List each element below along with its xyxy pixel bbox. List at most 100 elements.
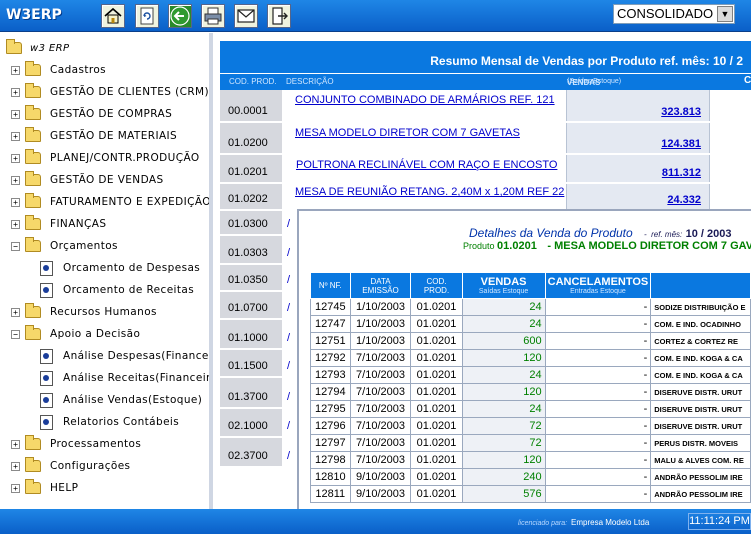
- tree-item-folder[interactable]: + FINANÇAS: [11, 215, 106, 233]
- column-header-nf: Nº NF.: [310, 272, 351, 299]
- expand-icon[interactable]: +: [11, 197, 20, 207]
- column-header-sales-label: VENDAS: [480, 276, 527, 288]
- product-code: 01.0201: [410, 315, 463, 333]
- product-code: 01.0201: [410, 485, 463, 503]
- product-description-link[interactable]: /: [287, 247, 290, 259]
- popup-title-line: Detalhes da Venda do Produto - ref. mês:…: [469, 226, 732, 240]
- product-description-link[interactable]: /: [287, 274, 290, 286]
- refresh-button[interactable]: [135, 4, 159, 28]
- cancellations: -: [544, 485, 652, 503]
- tree-item-report[interactable]: Análise Vendas(Estoque): [40, 391, 202, 409]
- folder-icon: [25, 61, 41, 76]
- back-arrow-icon: [170, 6, 190, 26]
- expand-icon[interactable]: +: [11, 461, 20, 471]
- client-name: CORTEZ & CORTEZ RE: [650, 332, 751, 350]
- tree-item-folder[interactable]: + PLANEJ/CONTR.PRODUÇÃO: [11, 149, 200, 167]
- product-code: 01.3700: [220, 378, 282, 407]
- company-select[interactable]: CONSOLIDADO ▼: [613, 4, 735, 24]
- client-name: DISERUVE DISTR. URUT: [650, 383, 751, 401]
- collapse-icon[interactable]: −: [11, 329, 20, 339]
- table-row: 12792 7/10/2003 01.0201 120- COM. E IND. KOG…: [310, 349, 751, 367]
- sales-value-link[interactable]: 124.381: [566, 123, 709, 153]
- tree-item-folder[interactable]: + GESTÃO DE MATERIAIS: [11, 127, 177, 145]
- expand-icon[interactable]: +: [11, 65, 20, 75]
- product-description-link[interactable]: /: [287, 391, 290, 403]
- print-button[interactable]: [201, 4, 225, 28]
- invoice-number: 12811: [310, 485, 351, 503]
- tree-item-report[interactable]: Orcamento de Despesas: [40, 259, 200, 277]
- tree-item-folder[interactable]: + HELP: [11, 479, 78, 497]
- app-logo: W3ERP: [6, 7, 62, 23]
- product-description-link[interactable]: /: [287, 360, 290, 372]
- collapse-icon[interactable]: −: [11, 241, 20, 251]
- product-description-link[interactable]: /: [287, 450, 290, 462]
- tree-item-folder[interactable]: − Apoio a Decisão: [11, 325, 140, 343]
- product-code: 01.0202: [220, 184, 282, 209]
- sales-value-link[interactable]: 811.312: [566, 155, 709, 182]
- product-description-link[interactable]: MESA DE REUNIÃO RETANG. 2,40M x 1,20M RE…: [295, 186, 564, 198]
- expand-icon[interactable]: +: [11, 439, 20, 449]
- folder-icon: [25, 325, 41, 340]
- company-select-value: CONSOLIDADO: [617, 6, 714, 21]
- product-description-link[interactable]: /: [287, 218, 290, 230]
- report-document-icon: [40, 282, 53, 298]
- column-header-cancellations-label: CANCELAMENTOS: [547, 276, 649, 288]
- column-header-product-code: COD. PROD.: [410, 272, 463, 299]
- product-code: 01.0300: [220, 211, 282, 234]
- folder-icon: [25, 105, 41, 120]
- tree-item-folder[interactable]: + Configurações: [11, 457, 130, 475]
- folder-icon: [25, 479, 41, 494]
- tree-root[interactable]: w3 ERP: [6, 39, 69, 57]
- folder-icon: [25, 171, 41, 186]
- back-button[interactable]: [168, 4, 192, 28]
- product-description-link[interactable]: POLTRONA RECLINÁVEL COM RAÇO E ENCOSTO: [296, 159, 557, 171]
- table-row: 12793 7/10/2003 01.0201 24- COM. E IND. KOGA…: [310, 366, 751, 384]
- product-description-link[interactable]: /: [287, 302, 290, 314]
- tree-item-report[interactable]: Orcamento de Receitas: [40, 281, 194, 299]
- home-button[interactable]: [101, 4, 125, 28]
- report-title: Resumo Mensal de Vendas por Produto ref.…: [220, 41, 751, 73]
- sales-quantity: 240: [461, 468, 546, 486]
- expand-icon[interactable]: +: [11, 219, 20, 229]
- tree-item-report[interactable]: Relatorios Contábeis: [40, 413, 179, 431]
- cancellations: -: [544, 383, 652, 401]
- invoice-number: 12792: [310, 349, 351, 367]
- tree-item-folder[interactable]: + Recursos Humanos: [11, 303, 157, 321]
- tree-item-folder[interactable]: + Processamentos: [11, 435, 141, 453]
- expand-icon[interactable]: +: [11, 153, 20, 163]
- sales-value-link[interactable]: 323.813: [566, 90, 709, 121]
- mail-button[interactable]: [234, 4, 258, 28]
- client-name: COM. E IND. KOGA & CA: [650, 349, 751, 367]
- tree-item-folder[interactable]: + GESTÃO DE CLIENTES (CRM): [11, 83, 209, 101]
- product-description-link[interactable]: /: [287, 420, 290, 432]
- tree-item-report[interactable]: Análise Receitas(Financeiro): [40, 369, 209, 387]
- expand-icon[interactable]: +: [11, 131, 20, 141]
- sales-quantity: 600: [461, 332, 546, 350]
- tree-item-folder[interactable]: + FATURAMENTO E EXPEDIÇÃO: [11, 193, 209, 211]
- report-document-icon: [40, 348, 53, 364]
- expand-icon[interactable]: +: [11, 109, 20, 119]
- tree-item-report[interactable]: Análise Despesas(Financeiro): [40, 347, 209, 365]
- tree-item-folder[interactable]: + Cadastros: [11, 61, 106, 79]
- chevron-down-icon[interactable]: ▼: [717, 6, 733, 22]
- cancellations: -: [544, 417, 652, 435]
- expand-icon[interactable]: +: [11, 175, 20, 185]
- product-description-link[interactable]: /: [287, 332, 290, 344]
- tree-item-folder[interactable]: + GESTÃO DE COMPRAS: [11, 105, 172, 123]
- product-description-link[interactable]: MESA MODELO DIRETOR COM 7 GAVETAS: [295, 127, 520, 139]
- tree-item-folder[interactable]: + GESTÃO DE VENDAS: [11, 171, 164, 189]
- tree-item-folder[interactable]: − Orçamentos: [11, 237, 118, 255]
- invoice-number: 12810: [310, 468, 351, 486]
- cancellations: -: [544, 332, 652, 350]
- issue-date: 7/10/2003: [349, 451, 412, 469]
- column-header-c: C: [744, 75, 751, 86]
- license-company: Empresa Modelo Ltda: [571, 518, 650, 527]
- product-description-link[interactable]: CONJUNTO COMBINADO DE ARMÁRIOS REF. 121: [295, 94, 555, 106]
- report-document-icon: [40, 260, 53, 276]
- sales-value-link[interactable]: 24.332: [566, 184, 709, 209]
- expand-icon[interactable]: +: [11, 87, 20, 97]
- issue-date: 7/10/2003: [349, 349, 412, 367]
- expand-icon[interactable]: +: [11, 483, 20, 493]
- expand-icon[interactable]: +: [11, 307, 20, 317]
- exit-button[interactable]: [267, 4, 291, 28]
